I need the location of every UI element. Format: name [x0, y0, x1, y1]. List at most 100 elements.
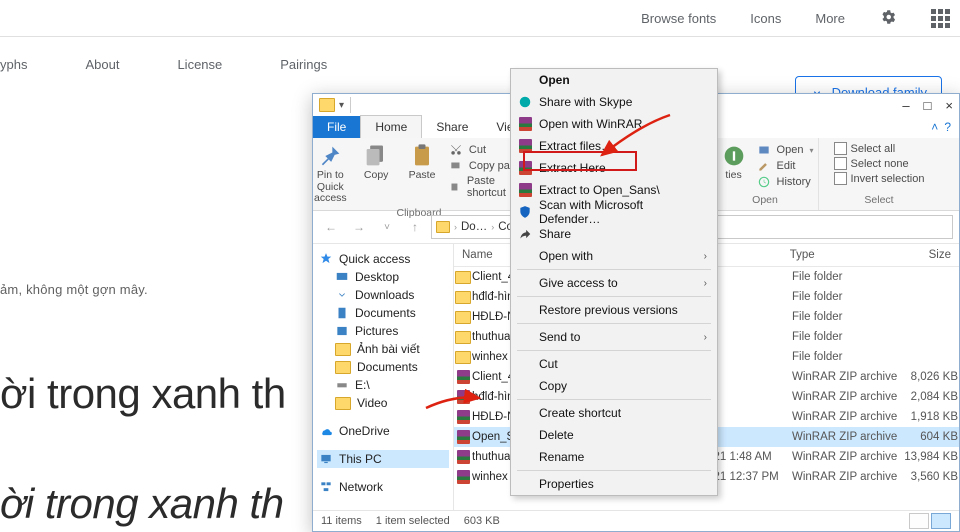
ctx-open-winrar[interactable]: Open with WinRAR [511, 113, 717, 135]
ctx-restore[interactable]: Restore previous versions [511, 299, 717, 321]
winrar-icon [517, 116, 533, 132]
file-type: WinRAR ZIP archive [792, 431, 902, 443]
sidebar-item-network[interactable]: Network [317, 478, 449, 496]
file-size: 2,084 KB [902, 391, 958, 403]
nav-recent[interactable]: ˅ [375, 216, 399, 238]
select-all-button[interactable]: Select all [834, 142, 896, 155]
folder-icon [335, 343, 351, 356]
ribbon-help[interactable]: ˄ ? [923, 116, 959, 138]
breadcrumb[interactable]: Do… [461, 221, 487, 233]
ctx-give-access[interactable]: Give access to› [511, 272, 717, 294]
ctx-properties[interactable]: Properties [511, 473, 717, 495]
chevron-right-icon: › [704, 251, 707, 262]
nav-browse[interactable]: Browse fonts [641, 11, 716, 26]
ctx-cut[interactable]: Cut [511, 353, 717, 375]
sidebar-item-anh[interactable]: Ảnh bài viết [317, 340, 449, 358]
invert-selection-button[interactable]: Invert selection [834, 172, 925, 185]
properties-button[interactable]: ties [717, 142, 751, 182]
sidebar-item-video[interactable]: Video [317, 394, 449, 412]
winrar-icon [457, 450, 470, 464]
sample-text-big-2: ời trong xanh th [0, 480, 284, 528]
edit-button[interactable]: Edit [757, 158, 814, 174]
folder-icon [335, 361, 351, 374]
folder-icon [455, 351, 471, 364]
sample-text-big-1: ời trong xanh th [0, 370, 286, 418]
window-minimize[interactable]: – [902, 98, 909, 113]
file-type: File folder [792, 271, 902, 283]
nav-icons[interactable]: Icons [750, 11, 781, 26]
sidebar-item-onedrive[interactable]: OneDrive [317, 422, 449, 440]
shield-icon [517, 204, 533, 220]
tab-license[interactable]: License [177, 57, 222, 72]
file-type: File folder [792, 311, 902, 323]
ctx-share[interactable]: Share [511, 223, 717, 245]
col-type[interactable]: Type [782, 244, 894, 266]
file-type: WinRAR ZIP archive [792, 471, 902, 483]
nav-up[interactable]: ↑ [403, 216, 427, 238]
sidebar-item-pictures[interactable]: Pictures [317, 322, 449, 340]
status-items: 11 items [321, 515, 362, 527]
tab-pairings[interactable]: Pairings [280, 57, 327, 72]
file-size: 3,560 KB [902, 471, 958, 483]
nav-back[interactable]: ← [319, 216, 343, 238]
ctx-create-shortcut[interactable]: Create shortcut [511, 402, 717, 424]
tab-about[interactable]: About [85, 57, 119, 72]
quick-access[interactable]: Quick access [317, 250, 449, 268]
status-size: 603 KB [464, 515, 500, 527]
sidebar-item-documents-2[interactable]: Documents [317, 358, 449, 376]
ctx-defender[interactable]: Scan with Microsoft Defender… [511, 201, 717, 223]
ctx-extract-files[interactable]: Extract files… [511, 135, 717, 157]
col-size[interactable]: Size [894, 244, 959, 266]
ctx-delete[interactable]: Delete [511, 424, 717, 446]
sidebar-item-downloads[interactable]: Downloads [317, 286, 449, 304]
sidebar-item-documents[interactable]: Documents [317, 304, 449, 322]
sidebar-item-desktop[interactable]: Desktop [317, 268, 449, 286]
file-menu[interactable]: File [313, 116, 360, 138]
ctx-send-to[interactable]: Send to› [511, 326, 717, 348]
chevron-down-icon[interactable]: ▾ [339, 100, 344, 111]
tab-glyphs[interactable]: yphs [0, 57, 27, 72]
select-none-button[interactable]: Select none [834, 157, 909, 170]
file-size: 604 KB [902, 431, 958, 443]
folder-icon [436, 221, 450, 233]
tab-home[interactable]: Home [360, 115, 422, 138]
copy-button[interactable]: Copy [357, 142, 395, 182]
open-button[interactable]: Open ▾ [757, 142, 814, 158]
ctx-share-skype[interactable]: Share with Skype [511, 91, 717, 113]
tab-share[interactable]: Share [422, 116, 482, 138]
winrar-icon [457, 370, 470, 384]
file-type: File folder [792, 291, 902, 303]
view-thumbnails[interactable] [909, 513, 929, 529]
nav-more[interactable]: More [815, 11, 845, 26]
apps-grid-icon[interactable] [931, 9, 950, 28]
winrar-icon [517, 160, 533, 176]
ctx-open-with[interactable]: Open with› [511, 245, 717, 267]
paste-button[interactable]: Paste [403, 142, 441, 182]
nav-forward[interactable]: → [347, 216, 371, 238]
file-type: WinRAR ZIP archive [792, 411, 902, 423]
folder-icon [335, 397, 351, 410]
window-maximize[interactable]: □ [924, 98, 932, 113]
sidebar-item-thispc[interactable]: This PC [317, 450, 449, 468]
winrar-icon [457, 390, 470, 404]
file-type: WinRAR ZIP archive [792, 391, 902, 403]
ctx-extract-here[interactable]: Extract Here [511, 157, 717, 179]
ctx-rename[interactable]: Rename [511, 446, 717, 468]
select-label: Select [864, 192, 893, 206]
window-close[interactable]: × [945, 98, 953, 113]
winrar-icon [517, 182, 533, 198]
file-size: 1,918 KB [902, 411, 958, 423]
status-selected: 1 item selected [376, 515, 450, 527]
sample-text-small: ảm, không một gợn mây. [0, 282, 148, 297]
pin-quick-access-button[interactable]: Pin to Quick access [311, 142, 349, 205]
file-type: File folder [792, 351, 902, 363]
status-bar: 11 items 1 item selected 603 KB [313, 510, 959, 531]
nav-pane: Quick access Desktop Downloads Documents… [313, 244, 454, 517]
gear-icon[interactable] [879, 8, 897, 29]
history-button[interactable]: History [757, 174, 814, 190]
ctx-open[interactable]: Open [511, 69, 717, 91]
view-details[interactable] [931, 513, 951, 529]
skype-icon [517, 94, 533, 110]
ctx-copy[interactable]: Copy [511, 375, 717, 397]
sidebar-item-edrive[interactable]: E:\ [317, 376, 449, 394]
